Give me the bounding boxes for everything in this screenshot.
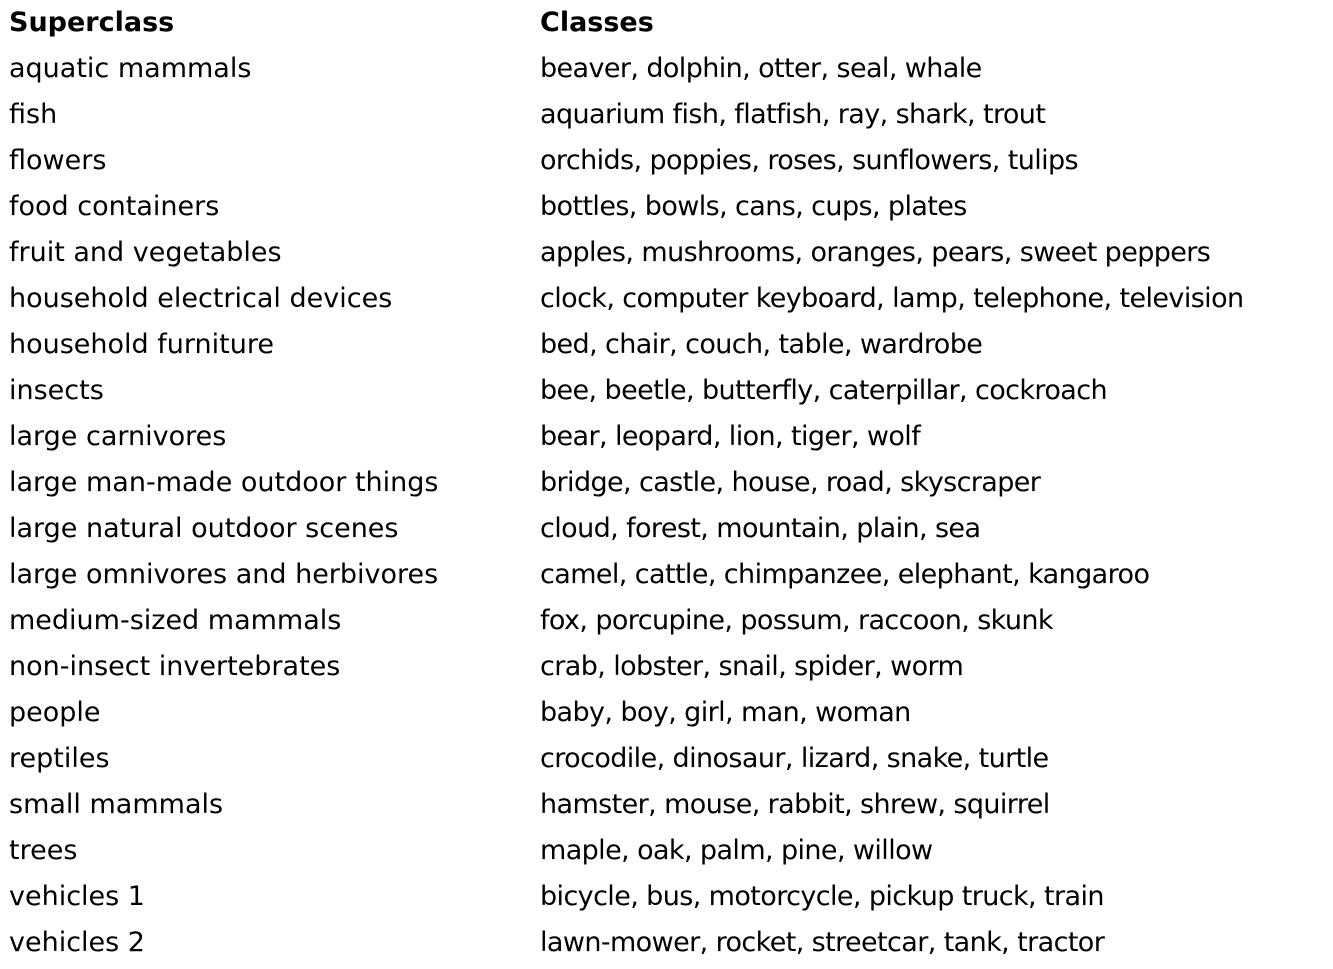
table-row: fish aquarium fish, flatfish, ray, shark… — [9, 92, 1329, 138]
table-row: large man-made outdoor things bridge, ca… — [9, 460, 1329, 506]
superclass-cell: non-insect invertebrates — [9, 651, 341, 682]
superclass-cell: large omnivores and herbivores — [9, 559, 439, 590]
classes-cell: apples, mushrooms, oranges, pears, sweet… — [540, 237, 1211, 268]
header-row: Superclass Classes — [9, 0, 1329, 46]
table-header: Superclass Classes — [9, 0, 1329, 46]
classes-cell: clock, computer keyboard, lamp, telephon… — [540, 283, 1244, 314]
superclass-cell: household electrical devices — [9, 283, 393, 314]
classes-cell: beaver, dolphin, otter, seal, whale — [540, 53, 982, 84]
table-row: vehicles 1 bicycle, bus, motorcycle, pic… — [9, 874, 1329, 920]
superclass-cell: people — [9, 697, 101, 728]
superclass-cell: aquatic mammals — [9, 53, 252, 84]
table-row: reptiles crocodile, dinosaur, lizard, sn… — [9, 736, 1329, 782]
classes-cell: bicycle, bus, motorcycle, pickup truck, … — [540, 881, 1104, 912]
superclass-cell: insects — [9, 375, 104, 406]
table-row: large omnivores and herbivores camel, ca… — [9, 552, 1329, 598]
table-row: small mammals hamster, mouse, rabbit, sh… — [9, 782, 1329, 828]
table-row: large natural outdoor scenes cloud, fore… — [9, 506, 1329, 552]
superclass-cell: fish — [9, 99, 58, 130]
table-row: trees maple, oak, palm, pine, willow — [9, 828, 1329, 874]
classes-cell: lawn-mower, rocket, streetcar, tank, tra… — [540, 927, 1105, 958]
superclass-cell: vehicles 2 — [9, 927, 145, 958]
table-row: flowers orchids, poppies, roses, sunflow… — [9, 138, 1329, 184]
classes-cell: crab, lobster, snail, spider, worm — [540, 651, 964, 682]
table-row: household electrical devices clock, comp… — [9, 276, 1329, 322]
table-row: non-insect invertebrates crab, lobster, … — [9, 644, 1329, 690]
classes-cell: orchids, poppies, roses, sunflowers, tul… — [540, 145, 1079, 176]
classes-cell: aquarium fish, flatfish, ray, shark, tro… — [540, 99, 1046, 130]
classes-cell: baby, boy, girl, man, woman — [540, 697, 911, 728]
table-body: aquatic mammals beaver, dolphin, otter, … — [9, 46, 1329, 966]
superclass-cell: vehicles 1 — [9, 881, 145, 912]
classes-cell: maple, oak, palm, pine, willow — [540, 835, 933, 866]
superclass-cell: reptiles — [9, 743, 110, 774]
superclass-cell: household furniture — [9, 329, 274, 360]
superclass-cell: medium-sized mammals — [9, 605, 342, 636]
superclass-cell: large natural outdoor scenes — [9, 513, 399, 544]
header-superclass: Superclass — [9, 7, 175, 38]
table-row: fruit and vegetables apples, mushrooms, … — [9, 230, 1329, 276]
classes-cell: bridge, castle, house, road, skyscraper — [540, 467, 1041, 498]
table-row: aquatic mammals beaver, dolphin, otter, … — [9, 46, 1329, 92]
table-row: vehicles 2 lawn-mower, rocket, streetcar… — [9, 920, 1329, 966]
classes-cell: hamster, mouse, rabbit, shrew, squirrel — [540, 789, 1050, 820]
classes-cell: bed, chair, couch, table, wardrobe — [540, 329, 983, 360]
table-row: insects bee, beetle, butterfly, caterpil… — [9, 368, 1329, 414]
classes-cell: bear, leopard, lion, tiger, wolf — [540, 421, 921, 452]
superclass-cell: large carnivores — [9, 421, 227, 452]
superclass-cell: fruit and vegetables — [9, 237, 282, 268]
superclass-cell: food containers — [9, 191, 220, 222]
superclass-table: Superclass Classes aquatic mammals beave… — [9, 0, 1329, 966]
table-row: household furniture bed, chair, couch, t… — [9, 322, 1329, 368]
superclass-cell: large man-made outdoor things — [9, 467, 439, 498]
table-row: medium-sized mammals fox, porcupine, pos… — [9, 598, 1329, 644]
superclass-cell: small mammals — [9, 789, 224, 820]
superclass-cell: trees — [9, 835, 78, 866]
classes-cell: bottles, bowls, cans, cups, plates — [540, 191, 967, 222]
table-row: large carnivores bear, leopard, lion, ti… — [9, 414, 1329, 460]
classes-cell: fox, porcupine, possum, raccoon, skunk — [540, 605, 1054, 636]
superclass-cell: flowers — [9, 145, 107, 176]
classes-cell: bee, beetle, butterfly, caterpillar, coc… — [540, 375, 1108, 406]
classes-cell: crocodile, dinosaur, lizard, snake, turt… — [540, 743, 1049, 774]
table-row: people baby, boy, girl, man, woman — [9, 690, 1329, 736]
table-row: food containers bottles, bowls, cans, cu… — [9, 184, 1329, 230]
classes-cell: camel, cattle, chimpanzee, elephant, kan… — [540, 559, 1150, 590]
header-classes: Classes — [540, 7, 654, 38]
classes-cell: cloud, forest, mountain, plain, sea — [540, 513, 981, 544]
